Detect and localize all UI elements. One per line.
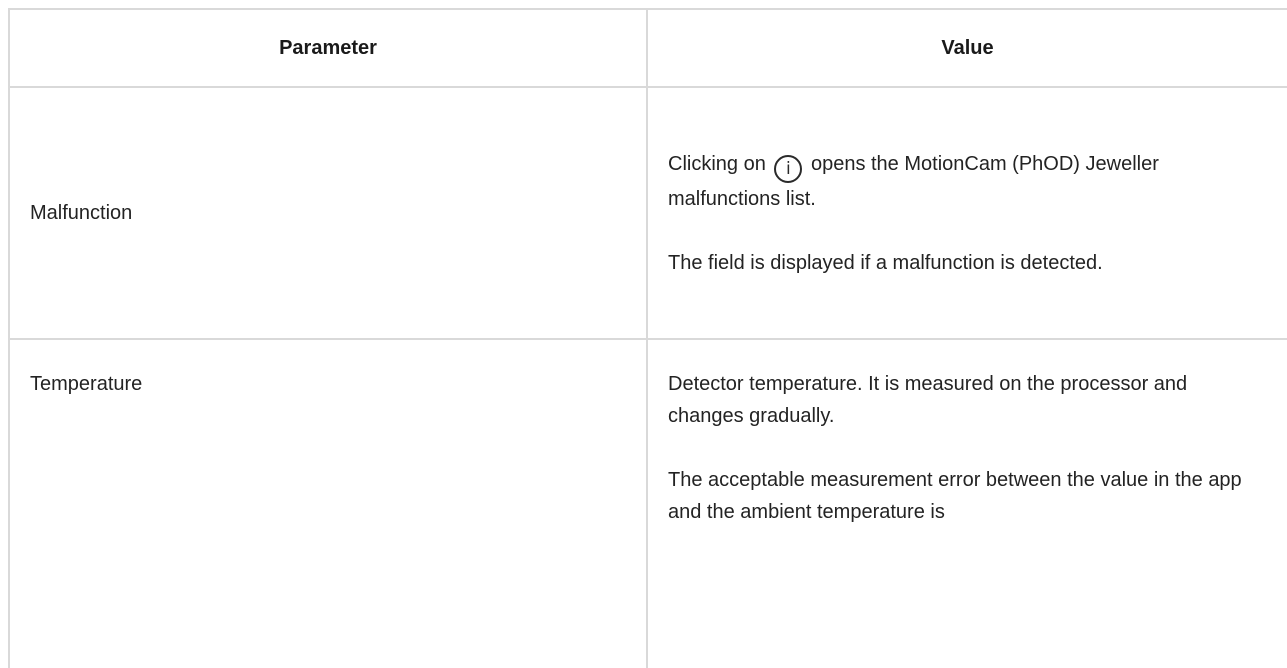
table-row: Malfunction Clicking on i opens the Moti…: [8, 86, 1287, 340]
table-header-row: Parameter Value: [8, 8, 1287, 88]
info-icon: i: [774, 154, 803, 183]
value-paragraph: The field is displayed if a malfunction …: [668, 251, 1103, 274]
value-paragraph: Detector temperature. It is measured on …: [668, 373, 1188, 427]
parameter-cell: Malfunction: [8, 86, 648, 340]
value-paragraph: Clicking on i opens the MotionCam (PhOD)…: [668, 148, 1265, 215]
value-cell: Detector temperature. It is measured on …: [646, 338, 1287, 668]
parameter-cell: Temperature: [8, 338, 648, 668]
header-value: Value: [646, 8, 1287, 88]
value-cell: Clicking on i opens the MotionCam (PhOD)…: [646, 86, 1287, 340]
table-row: Temperature Detector temperature. It is …: [8, 338, 1287, 668]
header-parameter: Parameter: [8, 8, 648, 88]
parameters-table: Parameter Value Malfunction Clicking on …: [8, 8, 1287, 668]
value-text: Clicking on: [668, 152, 766, 175]
value-paragraph: The acceptable measurement error between…: [668, 469, 1242, 523]
